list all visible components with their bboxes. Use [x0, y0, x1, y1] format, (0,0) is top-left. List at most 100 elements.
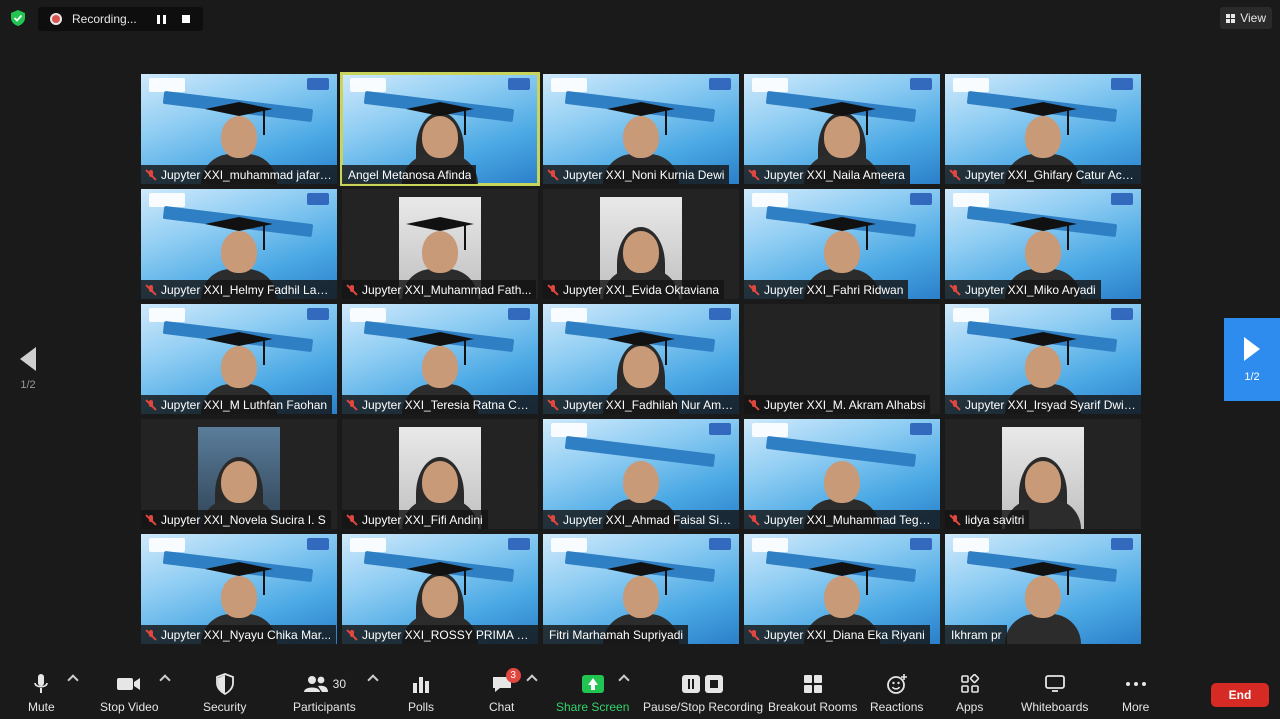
- participant-name-bar: Jupyter XXI_M. Akram Alhabsi: [744, 395, 931, 414]
- recording-label: Recording...: [72, 12, 137, 26]
- microphone-muted-icon: [949, 168, 961, 181]
- participant-name: Jupyter XXI_Fadhilah Nur Ama...: [563, 397, 734, 412]
- participant-tile[interactable]: Jupyter XXI_Teresia Ratna Cali...: [342, 304, 538, 414]
- pause-icon: [156, 14, 166, 24]
- participant-tile[interactable]: Jupyter XXI_Naila Ameera: [744, 74, 940, 184]
- microphone-muted-icon: [748, 513, 760, 526]
- sponsor-logo: [307, 193, 329, 205]
- meeting-toolbar: Mute Stop Video Security 30 Participants…: [0, 664, 1280, 719]
- sponsor-logo: [508, 78, 530, 90]
- participant-tile[interactable]: Jupyter XXI_ROSSY PRIMA NA...: [342, 534, 538, 644]
- pause-stop-recording-button[interactable]: Pause/Stop Recording: [643, 672, 763, 714]
- pause-stop-recording-label: Pause/Stop Recording: [643, 700, 764, 714]
- previous-page-button[interactable]: 1/2: [14, 345, 42, 395]
- participant-tile[interactable]: lidya savitri: [945, 419, 1141, 529]
- chevron-left-icon: [20, 347, 36, 371]
- polls-bar-chart-icon: [411, 672, 431, 696]
- participant-tile[interactable]: Ikhram pr: [945, 534, 1141, 644]
- microphone-muted-icon: [145, 168, 157, 181]
- participant-name-bar: Jupyter XXI_Fadhilah Nur Ama...: [543, 395, 739, 414]
- chat-unread-badge: 3: [505, 668, 521, 683]
- participant-name-bar: Jupyter XXI_M Luthfan Faohan: [141, 395, 333, 414]
- participant-name-bar: Jupyter XXI_Ahmad Faisal Sire...: [543, 510, 739, 529]
- stop-icon: [182, 15, 190, 23]
- apps-button[interactable]: Apps: [956, 672, 983, 714]
- encryption-shield-icon[interactable]: [9, 9, 27, 27]
- participant-tile[interactable]: Jupyter XXI_M. Akram Alhabsi: [744, 304, 940, 414]
- participant-tile[interactable]: Jupyter XXI_Muhammad Tega...: [744, 419, 940, 529]
- breakout-rooms-button[interactable]: Breakout Rooms: [768, 672, 857, 714]
- chat-options-chevron-icon[interactable]: [526, 674, 538, 686]
- participant-tile[interactable]: Jupyter XXI_Fifi Andini: [342, 419, 538, 529]
- microphone-muted-icon: [949, 513, 961, 526]
- participant-tile[interactable]: Jupyter XXI_Fadhilah Nur Ama...: [543, 304, 739, 414]
- security-button[interactable]: Security: [203, 672, 246, 714]
- participant-tile[interactable]: Jupyter XXI_muhammad jafar ...: [141, 74, 337, 184]
- participant-name-bar: Jupyter XXI_Miko Aryadi: [945, 280, 1101, 299]
- participant-tile[interactable]: Jupyter XXI_M Luthfan Faohan: [141, 304, 337, 414]
- participant-tile[interactable]: Jupyter XXI_Fahri Ridwan: [744, 189, 940, 299]
- pause-recording-button[interactable]: [153, 11, 169, 27]
- page-indicator-left: 1/2: [20, 379, 36, 391]
- event-logo: [953, 308, 989, 322]
- participants-options-chevron-icon[interactable]: [367, 674, 379, 686]
- more-button[interactable]: More: [1122, 672, 1149, 714]
- chat-button[interactable]: 3 Chat: [489, 668, 521, 714]
- participant-tile[interactable]: Jupyter XXI_Muhammad Fath...: [342, 189, 538, 299]
- participant-video: [1003, 556, 1083, 644]
- microphone-muted-icon: [547, 398, 559, 411]
- sponsor-logo: [1111, 538, 1133, 550]
- participant-tile[interactable]: Fitri Marhamah Supriyadi: [543, 534, 739, 644]
- participant-name-bar: Jupyter XXI_Muhammad Fath...: [342, 280, 537, 299]
- participant-name-bar: Jupyter XXI_Muhammad Tega...: [744, 510, 940, 529]
- participant-name: Jupyter XXI_Miko Aryadi: [965, 282, 1096, 297]
- event-logo: [752, 193, 788, 207]
- video-options-chevron-icon[interactable]: [159, 674, 171, 686]
- pause-stop-recording-icon: [681, 672, 725, 696]
- participant-name-bar: Jupyter XXI_Fifi Andini: [342, 510, 488, 529]
- microphone-muted-icon: [145, 283, 157, 296]
- participant-name: Fitri Marhamah Supriyadi: [549, 627, 684, 642]
- participant-name: Jupyter XXI_Noni Kurnia Dewi: [563, 167, 725, 182]
- sponsor-logo: [910, 538, 932, 550]
- microphone-muted-icon: [748, 283, 760, 296]
- sponsor-logo: [307, 78, 329, 90]
- sponsor-logo: [307, 308, 329, 320]
- participant-name: Jupyter XXI_Muhammad Fath...: [362, 282, 532, 297]
- participant-name-bar: Jupyter XXI_Ghifary Catur Ach...: [945, 165, 1141, 184]
- sponsor-logo: [1111, 78, 1133, 90]
- stop-video-button[interactable]: Stop Video: [100, 672, 159, 714]
- gallery-grid: Jupyter XXI_muhammad jafar ... Angel Meta…: [141, 72, 1141, 644]
- stop-video-label: Stop Video: [100, 700, 159, 714]
- participant-tile[interactable]: Jupyter XXI_Miko Aryadi: [945, 189, 1141, 299]
- end-meeting-button[interactable]: End: [1211, 683, 1269, 707]
- participant-tile[interactable]: Jupyter XXI_Novela Sucira I. S: [141, 419, 337, 529]
- mute-button[interactable]: Mute: [28, 672, 55, 714]
- event-logo: [350, 78, 386, 92]
- reactions-button[interactable]: Reactions: [870, 672, 923, 714]
- participant-name-bar: Jupyter XXI_muhammad jafar ...: [141, 165, 337, 184]
- view-button[interactable]: View: [1220, 7, 1272, 29]
- participant-tile[interactable]: Jupyter XXI_Irsyad Syarif Dwi ...: [945, 304, 1141, 414]
- participant-name-bar: Jupyter XXI_Novela Sucira I. S: [141, 510, 331, 529]
- participant-name: Ikhram pr: [951, 627, 1002, 642]
- stop-recording-button[interactable]: [178, 11, 194, 27]
- microphone-muted-icon: [346, 513, 358, 526]
- audio-options-chevron-icon[interactable]: [67, 674, 79, 686]
- participant-tile[interactable]: Jupyter XXI_Noni Kurnia Dewi: [543, 74, 739, 184]
- participants-button[interactable]: 30 Participants: [293, 672, 356, 714]
- event-logo: [149, 193, 185, 207]
- polls-button[interactable]: Polls: [408, 672, 434, 714]
- participant-name-bar: Jupyter XXI_Naila Ameera: [744, 165, 910, 184]
- participant-tile[interactable]: Jupyter XXI_Ghifary Catur Ach...: [945, 74, 1141, 184]
- next-page-button[interactable]: 1/2: [1224, 318, 1280, 401]
- participant-name-bar: Angel Metanosa Afinda: [342, 165, 477, 184]
- whiteboards-button[interactable]: Whiteboards: [1021, 672, 1088, 714]
- participant-tile[interactable]: Jupyter XXI_Diana Eka Riyani: [744, 534, 940, 644]
- participant-tile[interactable]: Jupyter XXI_Evida Oktaviana: [543, 189, 739, 299]
- participant-tile[interactable]: Jupyter XXI_Helmy Fadhil Lan...: [141, 189, 337, 299]
- participant-name-bar: Jupyter XXI_Irsyad Syarif Dwi ...: [945, 395, 1141, 414]
- participant-tile[interactable]: Angel Metanosa Afinda: [340, 72, 540, 186]
- participant-tile[interactable]: Jupyter XXI_Ahmad Faisal Sire...: [543, 419, 739, 529]
- participant-tile[interactable]: Jupyter XXI_Nyayu Chika Mar...: [141, 534, 337, 644]
